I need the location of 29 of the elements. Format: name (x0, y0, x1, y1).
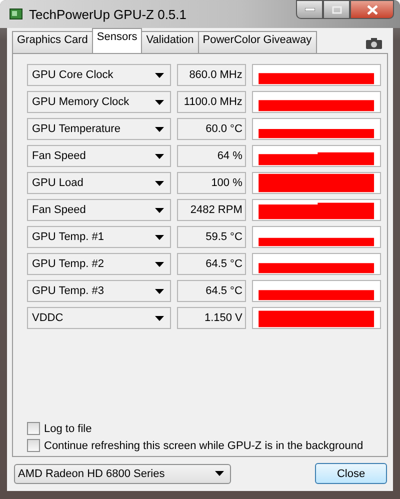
tab[interactable]: Graphics Card (12, 31, 93, 53)
tab[interactable]: Sensors (92, 28, 142, 53)
checkbox-label: Continue refreshing this screen while GPU-Z is in the background (44, 440, 364, 452)
sensor-dropdown[interactable]: Fan Speed (27, 145, 171, 167)
sensor-dropdown[interactable]: GPU Load (27, 172, 171, 194)
sensor-reading: 60.0 °C (176, 118, 246, 140)
sensor-reading: 1100.0 MHz (176, 91, 246, 113)
tab[interactable]: Validation (141, 31, 199, 53)
tab[interactable]: PowerColor Giveaway (198, 31, 317, 53)
window-title: TechPowerUp GPU-Z 0.5.1 (29, 6, 187, 22)
sensor-reading: 64.5 °C (176, 280, 246, 302)
sensor-dropdown[interactable]: GPU Memory Clock (27, 91, 171, 113)
sensor-dropdown[interactable]: Fan Speed (27, 199, 171, 221)
device-dropdown[interactable]: AMD Radeon HD 6800 Series (14, 464, 231, 484)
sensor-dropdown[interactable]: GPU Temp. #2 (27, 253, 171, 275)
sensor-dropdown[interactable]: GPU Temp. #3 (27, 280, 171, 302)
sensor-reading: 1.150 V (176, 307, 246, 329)
sensor-reading: 64 % (176, 145, 246, 167)
sensor-reading: 59.5 °C (176, 226, 246, 248)
checkbox-label: Log to file (44, 422, 92, 434)
sensor-dropdown[interactable]: GPU Temp. #1 (27, 226, 171, 248)
sensor-reading: 2482 RPM (176, 199, 246, 221)
sensor-reading: 64.5 °C (176, 253, 246, 275)
sensor-reading: 860.0 MHz (176, 64, 246, 86)
sensor-dropdown[interactable]: VDDC (27, 307, 171, 329)
sensor-reading: 100 % (176, 172, 246, 194)
close-button[interactable]: Close (315, 463, 387, 484)
sensor-dropdown[interactable]: GPU Temperature (27, 118, 171, 140)
sensor-dropdown[interactable]: GPU Core Clock (27, 64, 171, 86)
